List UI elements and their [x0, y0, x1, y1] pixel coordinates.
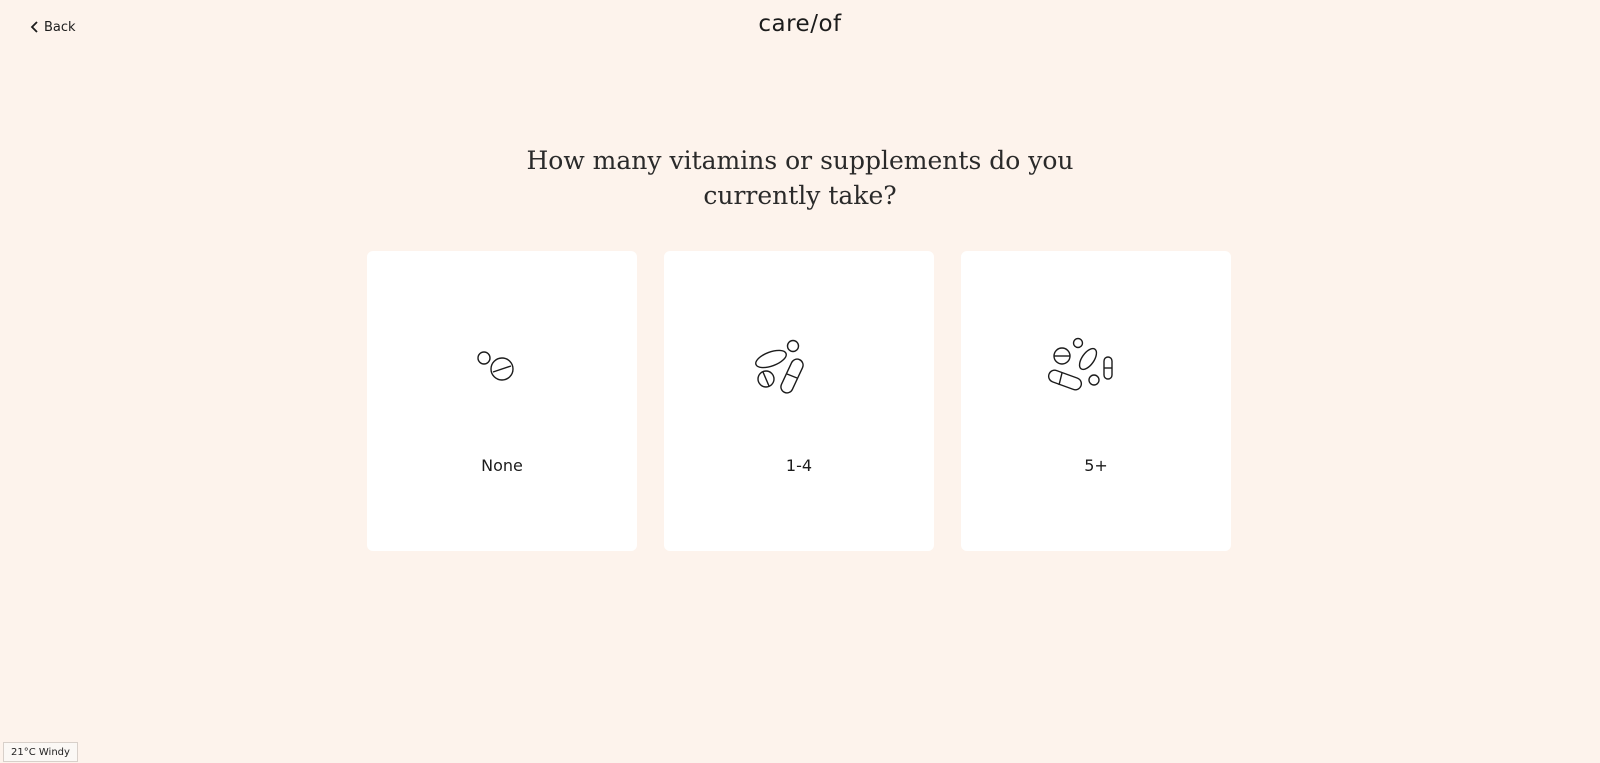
option-none-label: None	[481, 456, 523, 475]
options-list: None 1-4 5+	[367, 251, 1231, 551]
many-pills-icon	[1047, 337, 1113, 391]
option-none-card[interactable]: None	[367, 251, 637, 551]
careof-logo[interactable]: care/of	[0, 8, 1600, 40]
four-pills-icon	[755, 339, 804, 394]
option-1-4-card[interactable]: 1-4	[664, 251, 934, 551]
question-title: How many vitamins or supplements do you …	[526, 146, 1074, 210]
option-5-plus-card[interactable]: 5+	[961, 251, 1231, 551]
two-pills-icon	[477, 351, 514, 381]
option-1-4-label: 1-4	[785, 456, 813, 475]
option-5-plus-label: 5+	[1084, 456, 1108, 475]
weather-widget[interactable]: 21°C Windy	[3, 742, 78, 762]
